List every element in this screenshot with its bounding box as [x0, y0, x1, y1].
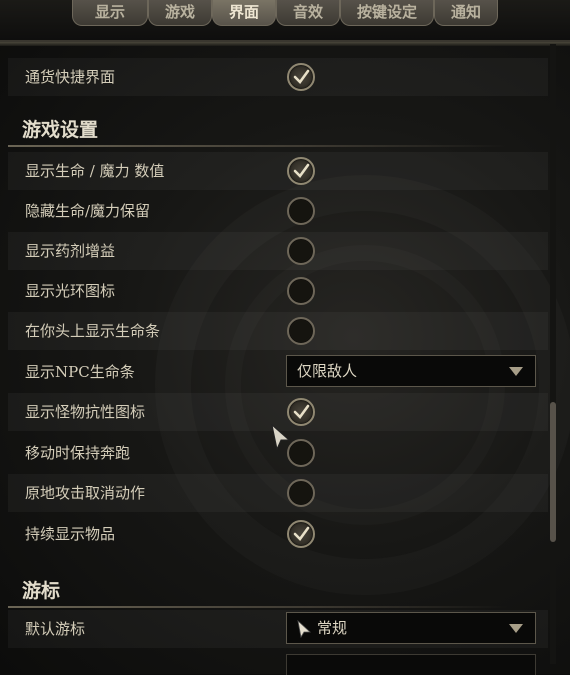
option-label: 隐藏生命/魔力保留 — [25, 202, 151, 220]
option-hide-life-mana-reserved[interactable]: 隐藏生命/魔力保留 — [8, 192, 548, 230]
chevron-down-icon — [509, 624, 523, 633]
option-label: 原地攻击取消动作 — [25, 484, 146, 502]
section-title-cursor: 游标 — [22, 580, 61, 602]
option-show-life-mana-values[interactable]: 显示生命 / 魔力 数值 — [8, 152, 548, 190]
scrollbar-thumb[interactable] — [550, 402, 556, 542]
next-dropdown-partial[interactable] — [286, 654, 536, 675]
checkbox-checked[interactable] — [287, 398, 315, 426]
tab-notifications[interactable]: 通知 — [434, 0, 498, 26]
option-default-cursor: 默认游标 常规 — [8, 610, 548, 648]
tab-bar: 显示 游戏 界面 音效 按键设定 通知 — [0, 0, 570, 46]
option-label: 通货快捷界面 — [25, 68, 116, 86]
checkmark-icon — [293, 69, 310, 84]
option-show-npc-life-bars: 显示NPC生命条 仅限敌人 — [8, 353, 548, 391]
option-label: 显示生命 / 魔力 数值 — [25, 162, 165, 180]
checkmark-icon — [293, 526, 310, 541]
option-label: 持续显示物品 — [25, 525, 116, 543]
option-label: 默认游标 — [25, 620, 86, 638]
option-show-life-bar-overhead[interactable]: 在你头上显示生命条 — [8, 312, 548, 350]
checkbox-unchecked[interactable] — [287, 479, 315, 507]
option-label: 显示光环图标 — [25, 282, 116, 300]
settings-window: 显示 游戏 界面 音效 按键设定 通知 通货快捷界面 游戏设置 显示生命 / 魔… — [0, 0, 570, 675]
cursor-arrow-icon — [297, 620, 311, 638]
default-cursor-dropdown[interactable]: 常规 — [286, 612, 536, 644]
npc-life-bar-dropdown[interactable]: 仅限敌人 — [286, 355, 536, 387]
option-label: 显示怪物抗性图标 — [25, 403, 146, 421]
checkbox-checked[interactable] — [287, 520, 315, 548]
tab-display[interactable]: 显示 — [72, 0, 148, 26]
checkbox-checked[interactable] — [287, 63, 315, 91]
dropdown-value: 常规 — [317, 619, 348, 637]
option-label: 移动时保持奔跑 — [25, 444, 131, 462]
dropdown-value: 仅限敌人 — [297, 362, 358, 380]
option-show-flask-buffs[interactable]: 显示药剂增益 — [8, 232, 548, 270]
checkbox-unchecked[interactable] — [287, 317, 315, 345]
checkbox-checked[interactable] — [287, 157, 315, 185]
option-label: 显示NPC生命条 — [25, 363, 135, 381]
option-always-show-items[interactable]: 持续显示物品 — [8, 515, 548, 553]
option-show-aura-icons[interactable]: 显示光环图标 — [8, 272, 548, 310]
option-currency-quick-ui[interactable]: 通货快捷界面 — [8, 58, 548, 96]
tab-game[interactable]: 游戏 — [148, 0, 212, 26]
checkbox-unchecked[interactable] — [287, 277, 315, 305]
section-divider — [8, 606, 508, 608]
tab-keybindings[interactable]: 按键设定 — [340, 0, 434, 26]
tab-audio[interactable]: 音效 — [276, 0, 340, 26]
option-label: 在你头上显示生命条 — [25, 322, 161, 340]
checkmark-icon — [293, 163, 310, 178]
checkbox-unchecked[interactable] — [287, 237, 315, 265]
checkbox-unchecked[interactable] — [287, 197, 315, 225]
section-divider — [8, 145, 508, 147]
section-title-game-settings: 游戏设置 — [22, 119, 99, 141]
scrollbar-track[interactable] — [550, 44, 556, 664]
option-label: 显示药剂增益 — [25, 242, 116, 260]
option-attack-in-place-cancels[interactable]: 原地攻击取消动作 — [8, 474, 548, 512]
tab-interface[interactable]: 界面 — [212, 0, 276, 26]
chevron-down-icon — [509, 367, 523, 376]
checkmark-icon — [293, 404, 310, 419]
mouse-pointer-icon — [271, 424, 291, 450]
checkbox-unchecked[interactable] — [287, 439, 315, 467]
